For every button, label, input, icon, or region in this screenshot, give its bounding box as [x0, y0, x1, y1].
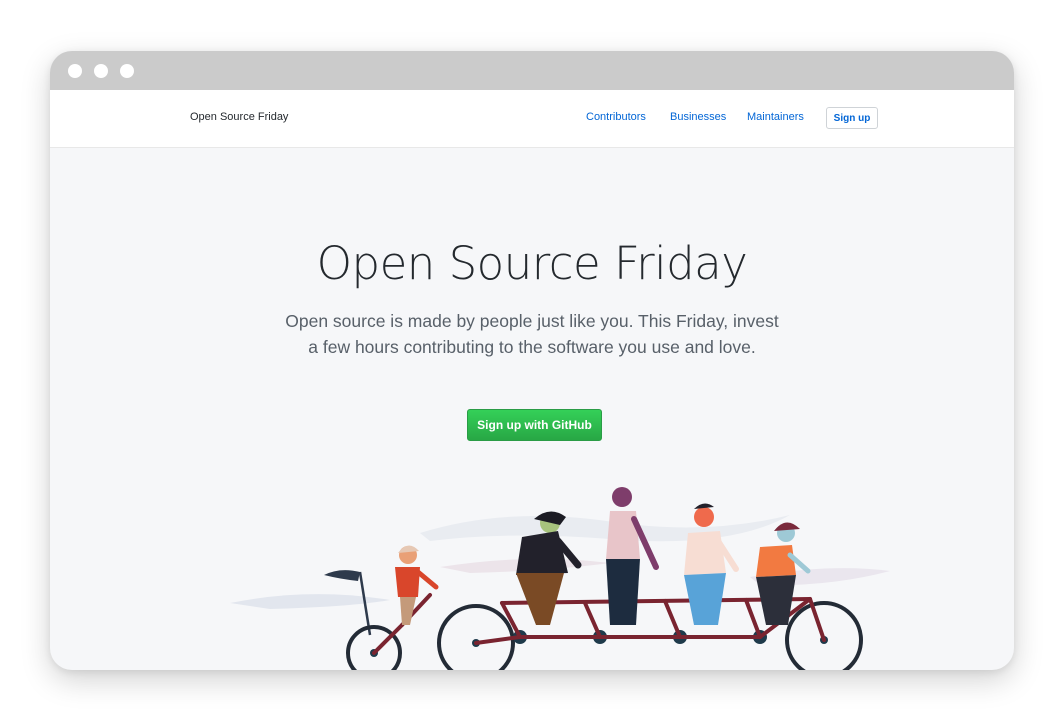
brand-link[interactable]: Open Source Friday [190, 111, 288, 123]
signup-button[interactable]: Sign up [826, 107, 878, 129]
window-control-dot[interactable] [120, 64, 134, 78]
nav-link-maintainers[interactable]: Maintainers [747, 111, 804, 123]
window-control-dot[interactable] [94, 64, 108, 78]
window-control-dot[interactable] [68, 64, 82, 78]
signup-with-github-button[interactable]: Sign up with GitHub [467, 409, 602, 441]
browser-window: Open Source Friday Contributors Business… [50, 51, 1014, 670]
nav-link-businesses[interactable]: Businesses [670, 111, 726, 123]
tandem-bicycle-illustration [230, 487, 890, 670]
browser-title-bar [50, 51, 1014, 90]
hero-subtitle: Open source is made by people just like … [285, 311, 779, 357]
hero-title: Open Source Friday [316, 237, 748, 290]
nav-link-contributors[interactable]: Contributors [586, 111, 646, 123]
top-navbar: Open Source Friday Contributors Business… [50, 90, 1014, 148]
